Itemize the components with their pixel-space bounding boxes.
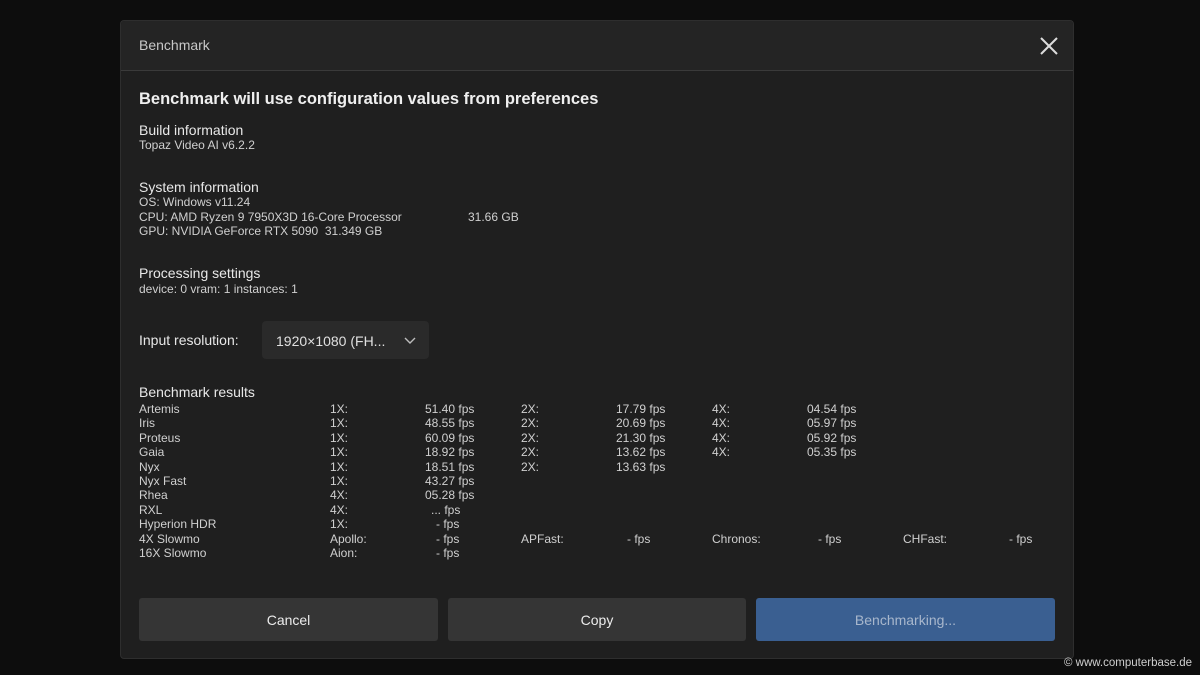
result-row: 4X Slowmo Apollo: - fps APFast: - fps Ch… — [121, 532, 1075, 546]
chevron-down-icon — [403, 333, 417, 352]
result-value-2: - fps — [627, 531, 651, 546]
result-row: RXL 4X: ... fps — [121, 503, 1075, 517]
benchmark-dialog: Benchmark Benchmark will use configurati… — [120, 20, 1074, 659]
result-model: Hyperion HDR — [139, 517, 217, 532]
result-label-2: APFast: — [521, 531, 564, 546]
result-label-1: 4X: — [330, 502, 349, 517]
result-value-1: 18.92 fps — [425, 445, 475, 460]
result-model: Gaia — [139, 445, 165, 460]
result-value-2: 17.79 fps — [616, 402, 666, 416]
result-label-1: 1X: — [330, 517, 349, 532]
result-row: Artemis 1X: 51.40 fps 2X: 17.79 fps 4X: … — [121, 402, 1075, 416]
processing-settings-line: device: 0 vram: 1 instances: 1 — [139, 282, 298, 296]
benchmark-results-title: Benchmark results — [139, 384, 255, 400]
result-label-3: 4X: — [712, 430, 731, 445]
result-value-1: 51.40 fps — [425, 402, 475, 416]
system-gpu: GPU: NVIDIA GeForce RTX 5090 31.349 GB — [139, 224, 383, 238]
build-info-title: Build information — [139, 122, 244, 138]
result-value-1: - fps — [436, 531, 460, 546]
result-label-2: 2X: — [521, 445, 540, 460]
result-row: Gaia 1X: 18.92 fps 2X: 13.62 fps 4X: 05.… — [121, 445, 1075, 459]
result-model: Nyx Fast — [139, 473, 187, 488]
result-model: Proteus — [139, 430, 181, 445]
system-os: OS: Windows v11.24 — [139, 195, 251, 209]
cancel-button[interactable]: Cancel — [139, 598, 438, 641]
result-value-1: 60.09 fps — [425, 430, 475, 445]
result-row: Proteus 1X: 60.09 fps 2X: 21.30 fps 4X: … — [121, 431, 1075, 445]
benchmarking-button[interactable]: Benchmarking... — [756, 598, 1055, 641]
result-row: Rhea 4X: 05.28 fps — [121, 488, 1075, 502]
result-label-4: CHFast: — [903, 531, 948, 546]
result-model: Iris — [139, 416, 155, 431]
result-row: Nyx 1X: 18.51 fps 2X: 13.63 fps — [121, 460, 1075, 474]
dialog-heading: Benchmark will use configuration values … — [139, 90, 599, 108]
result-value-3: - fps — [818, 531, 842, 546]
dialog-titlebar: Benchmark — [121, 21, 1073, 71]
result-model: Nyx — [139, 459, 160, 474]
result-value-3: 04.54 fps — [807, 402, 857, 416]
processing-settings-title: Processing settings — [139, 265, 261, 281]
result-label-1: 1X: — [330, 430, 349, 445]
result-value-1: 48.55 fps — [425, 416, 475, 431]
result-value-2: 20.69 fps — [616, 416, 666, 431]
result-value-2: 13.62 fps — [616, 445, 666, 460]
result-label-3: 4X: — [712, 416, 731, 431]
result-row: Hyperion HDR 1X: - fps — [121, 517, 1075, 531]
result-label-1: 1X: — [330, 445, 349, 460]
result-value-1: ... fps — [431, 502, 461, 517]
result-label-1: 1X: — [330, 473, 349, 488]
input-resolution-label: Input resolution: — [139, 332, 239, 348]
system-ram: 31.66 GB — [468, 210, 519, 224]
result-label-2: 2X: — [521, 402, 540, 416]
system-cpu: CPU: AMD Ryzen 9 7950X3D 16-Core Process… — [139, 210, 402, 224]
result-row: Nyx Fast 1X: 43.27 fps — [121, 474, 1075, 488]
input-resolution-select[interactable]: 1920×1080 (FH... — [262, 321, 429, 359]
result-row: 16X Slowmo Aion: - fps — [121, 546, 1075, 560]
result-label-3: 4X: — [712, 445, 731, 460]
benchmark-results-table: Artemis 1X: 51.40 fps 2X: 17.79 fps 4X: … — [121, 402, 1075, 560]
result-label-2: 2X: — [521, 459, 540, 474]
close-icon[interactable] — [1037, 34, 1061, 58]
result-label-2: 2X: — [521, 416, 540, 431]
result-model: 4X Slowmo — [139, 531, 200, 546]
result-value-1: 43.27 fps — [425, 473, 475, 488]
result-label-1: Aion: — [330, 545, 358, 560]
copy-button[interactable]: Copy — [448, 598, 746, 641]
result-value-3: 05.35 fps — [807, 445, 857, 460]
result-model: RXL — [139, 502, 163, 517]
result-value-1: - fps — [436, 517, 460, 532]
result-value-2: 21.30 fps — [616, 430, 666, 445]
result-model: Artemis — [139, 402, 180, 416]
result-value-3: 05.97 fps — [807, 416, 857, 431]
result-label-1: Apollo: — [330, 531, 367, 546]
result-value-1: 05.28 fps — [425, 488, 475, 503]
result-value-3: 05.92 fps — [807, 430, 857, 445]
result-value-4: - fps — [1009, 531, 1033, 546]
result-label-1: 1X: — [330, 416, 349, 431]
build-version: Topaz Video AI v6.2.2 — [139, 138, 255, 152]
result-label-1: 1X: — [330, 402, 349, 416]
result-model: 16X Slowmo — [139, 545, 207, 560]
dialog-title: Benchmark — [139, 37, 210, 53]
result-value-1: 18.51 fps — [425, 459, 475, 474]
result-value-2: 13.63 fps — [616, 459, 666, 474]
result-label-1: 1X: — [330, 459, 349, 474]
watermark: © www.computerbase.de — [1063, 657, 1192, 669]
result-label-1: 4X: — [330, 488, 349, 503]
system-info-title: System information — [139, 179, 259, 195]
result-label-3: 4X: — [712, 402, 731, 416]
result-model: Rhea — [139, 488, 168, 503]
input-resolution-value: 1920×1080 (FH... — [276, 333, 386, 349]
result-row: Iris 1X: 48.55 fps 2X: 20.69 fps 4X: 05.… — [121, 416, 1075, 430]
result-label-2: 2X: — [521, 430, 540, 445]
result-label-3: Chronos: — [712, 531, 761, 546]
result-value-1: - fps — [436, 545, 460, 560]
